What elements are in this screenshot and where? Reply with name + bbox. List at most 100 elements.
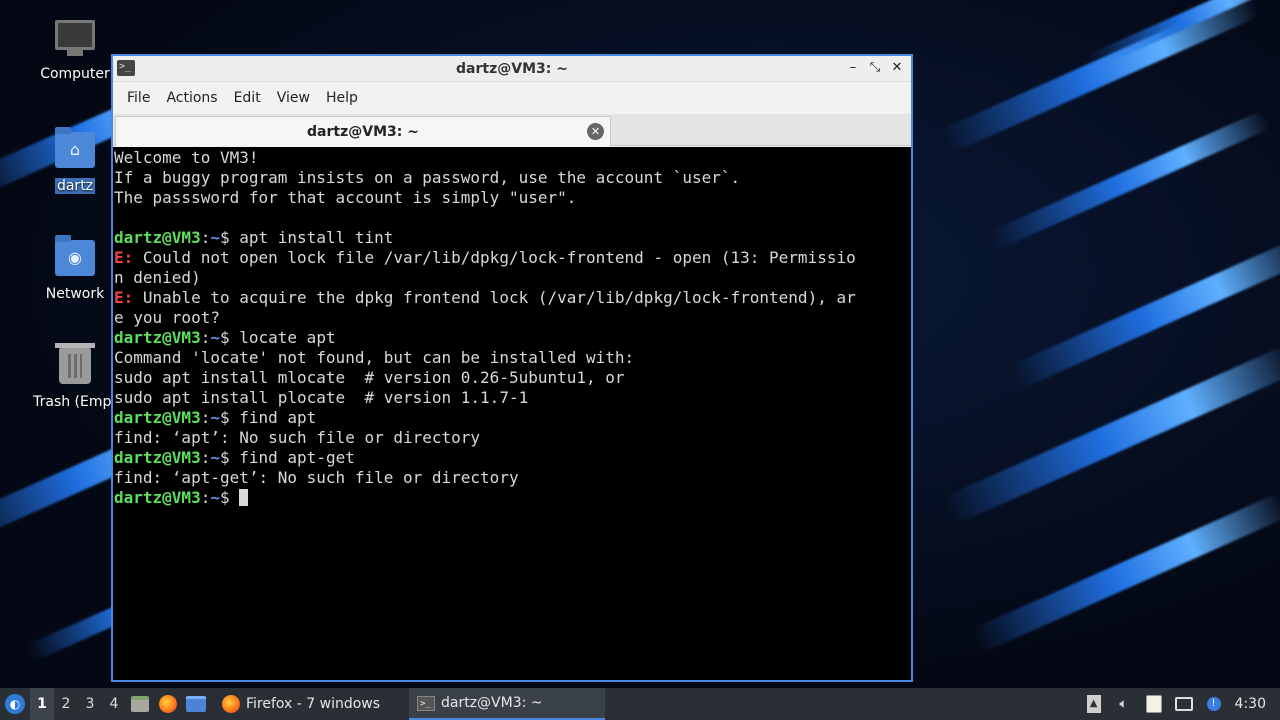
prompt-path: ~ [210,488,220,507]
firefox-icon [159,695,177,713]
terminal-line: sudo apt install mlocate # version 0.26-… [114,368,910,388]
prompt-symbol: $ [219,408,240,427]
prompt-user: dartz@VM3 [114,488,201,507]
terminal-line: find: ‘apt-get’: No such file or directo… [114,468,910,488]
output-text: Welcome to VM3! [114,148,259,167]
menu-bar: File Actions Edit View Help [113,82,911,114]
workspace-3[interactable]: 3 [78,688,102,720]
menu-help[interactable]: Help [318,86,366,110]
prompt-path: ~ [210,408,220,427]
terminal-line: Command 'locate' not found, but can be i… [114,348,910,368]
prompt-separator: : [200,448,211,467]
error-text: Could not open lock file /var/lib/dpkg/l… [133,248,856,267]
output-text: If a buggy program insists on a password… [114,168,741,187]
firefox-icon [222,695,240,713]
terminal-icon: >_ [117,60,135,76]
output-text: The passsword for that account is simply… [114,188,577,207]
keyboard-layout-icon: ▲ [1086,695,1101,713]
task-label: dartz@VM3: ~ [441,695,543,711]
maximize-button[interactable]: ⤡ [867,59,883,77]
menu-edit[interactable]: Edit [226,86,269,110]
window-title: dartz@VM3: ~ [456,60,568,77]
close-button[interactable]: ✕ [889,59,905,77]
prompt-separator: : [200,228,211,247]
command-text: apt install tint [239,228,394,247]
workspace-1[interactable]: 1 [30,688,54,720]
prompt-user: dartz@VM3 [114,408,201,427]
desktop-icon-computer[interactable]: Computer [29,20,121,82]
desktop-icon-trash[interactable]: Trash (Empt [29,343,121,410]
tab-close-icon[interactable]: ✕ [587,123,604,140]
launcher-file-manager[interactable] [126,688,154,720]
terminal-line: Welcome to VM3! [114,148,910,168]
terminal-line: E: Unable to acquire the dpkg frontend l… [114,288,910,308]
error-tag: E: [114,288,134,307]
terminal-line: find: ‘apt’: No such file or directory [114,428,910,448]
file-manager-icon [131,696,149,712]
task-label: Firefox - 7 windows [246,696,381,712]
terminal-window[interactable]: >_ dartz@VM3: ~ – ⤡ ✕ File Actions Edit … [111,54,913,682]
minimize-button[interactable]: – [845,59,861,77]
text-cursor [239,489,249,506]
terminal-line: dartz@VM3:~$ find apt-get [114,448,910,468]
lubuntu-logo-icon: ◐ [5,694,25,714]
prompt-symbol: $ [219,448,240,467]
output-text: find: ‘apt’: No such file or directory [114,428,481,447]
menu-file[interactable]: File [119,86,158,110]
prompt-user: dartz@VM3 [114,328,201,347]
output-text: find: ‘apt-get’: No such file or directo… [114,468,519,487]
terminal-line: e you root? [114,308,910,328]
prompt-path: ~ [210,448,220,467]
prompt-user: dartz@VM3 [114,228,201,247]
output-text: n denied) [114,268,201,287]
update-notifier-button[interactable]: ! [1199,688,1229,720]
prompt-symbol: $ [219,228,240,247]
error-text: Unable to acquire the dpkg frontend lock… [133,288,856,307]
tab-label: dartz@VM3: ~ [307,123,419,140]
launcher-show-desktop[interactable] [182,688,210,720]
desktop-icon-home-folder[interactable]: ⌂ dartz [29,127,121,194]
terminal-icon: >_ [417,695,435,711]
taskbar: ◐ 1 2 3 4 Firefox - 7 windows >_ dartz@V… [0,688,1280,720]
output-text: Command 'locate' not found, but can be i… [114,348,635,367]
output-text: sudo apt install mlocate # version 0.26-… [114,368,625,387]
volume-button[interactable]: 🔈︎ [1109,688,1139,720]
desktop-icon-network[interactable]: ◉ Network [29,235,121,302]
tab-terminal[interactable]: dartz@VM3: ~ ✕ [115,116,611,146]
clipboard-button[interactable] [1139,688,1169,720]
keyboard-layout-button[interactable]: ▲ [1079,688,1109,720]
prompt-path: ~ [210,328,220,347]
command-text: find apt [239,408,317,427]
menu-actions[interactable]: Actions [158,86,225,110]
screenshot-icon [1174,697,1193,711]
terminal-line: If a buggy program insists on a password… [114,168,910,188]
computer-icon [55,20,95,60]
terminal-line: dartz@VM3:~$ apt install tint [114,228,910,248]
workspace-2[interactable]: 2 [54,688,78,720]
workspace-4[interactable]: 4 [102,688,126,720]
menu-view[interactable]: View [269,86,318,110]
update-notifier-icon: ! [1206,697,1221,711]
terminal-line: sudo apt install plocate # version 1.1.7… [114,388,910,408]
desktop-icon-label: Computer [40,66,110,82]
task-firefox[interactable]: Firefox - 7 windows [214,688,409,720]
prompt-user: dartz@VM3 [114,448,201,467]
clipboard-icon [1145,695,1162,713]
error-tag: E: [114,248,134,267]
terminal-output[interactable]: Welcome to VM3! If a buggy program insist… [113,147,911,680]
output-text: sudo apt install plocate # version 1.1.7… [114,388,529,407]
prompt-symbol: $ [219,328,240,347]
window-titlebar[interactable]: >_ dartz@VM3: ~ – ⤡ ✕ [113,56,911,82]
terminal-line: dartz@VM3:~$ find apt [114,408,910,428]
system-tray: ▲ 🔈︎ ! 4:30 [1079,688,1280,720]
terminal-line: dartz@VM3:~$ locate apt [114,328,910,348]
terminal-line: The passsword for that account is simply… [114,188,910,208]
desktop-icon-label: dartz [54,178,96,194]
screenshot-button[interactable] [1169,688,1199,720]
clock[interactable]: 4:30 [1229,696,1280,712]
prompt-path: ~ [210,228,220,247]
launcher-firefox[interactable] [154,688,182,720]
tab-bar: dartz@VM3: ~ ✕ [113,114,911,146]
start-menu-button[interactable]: ◐ [0,688,30,720]
task-terminal[interactable]: >_ dartz@VM3: ~ [409,688,605,720]
